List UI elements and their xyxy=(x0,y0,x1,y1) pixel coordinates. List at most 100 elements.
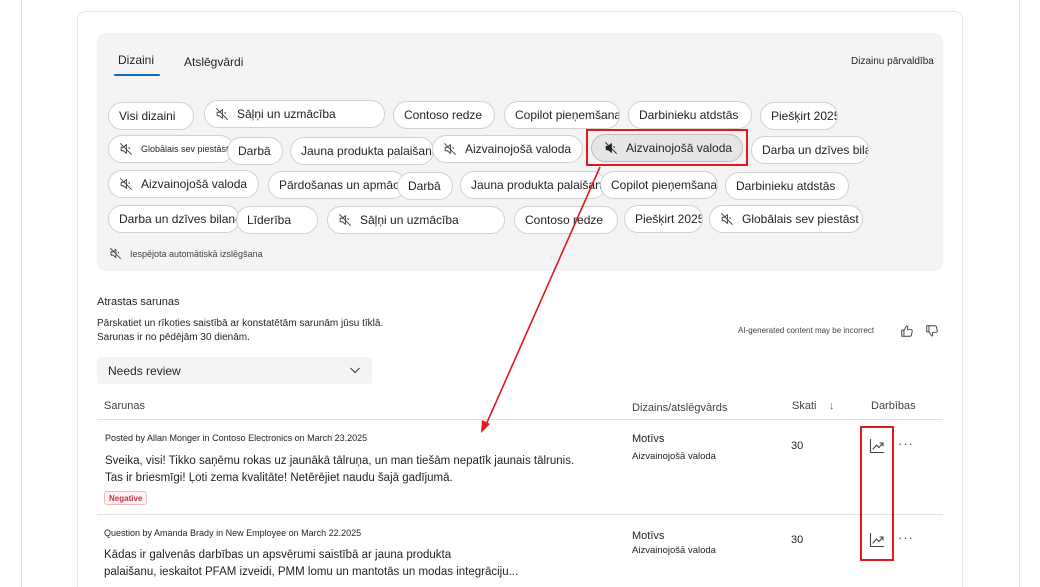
chip-label: Līderība xyxy=(247,213,292,227)
chip-label: Globālais sev piestāst xyxy=(141,144,229,154)
row-views: 30 xyxy=(791,534,804,546)
header-divider xyxy=(97,419,943,420)
row-views: 30 xyxy=(791,440,804,452)
chip-label: Darba un dzīves bilance xyxy=(762,143,868,157)
trend-chart-icon[interactable] xyxy=(869,438,885,454)
description-line: Pārskatiet un rīkoties saistībā ar konst… xyxy=(97,318,384,329)
conversation-line: Sveika, visi! Tikko saņēmu rokas uz jaun… xyxy=(105,455,575,467)
window-edge-right xyxy=(1019,0,1020,587)
chip-topic[interactable]: Globālais sev piestāst xyxy=(108,135,234,163)
ai-disclaimer: AI-generated content may be incorrect xyxy=(738,326,875,335)
column-header-views[interactable]: Skati xyxy=(792,400,816,412)
chip-topic[interactable]: Jauna produkta palaišana xyxy=(460,171,606,199)
chip-topic[interactable]: Jauna produkta palaišana xyxy=(290,137,434,165)
description-line: Sarunas ir no pēdējām 30 dienām. xyxy=(97,332,250,343)
window-edge-left xyxy=(21,0,22,587)
speaker-muted-icon xyxy=(604,141,618,155)
chip-topic[interactable]: Copilot pieņemšana xyxy=(504,101,620,129)
chip-topic[interactable]: Contoso redze xyxy=(393,101,495,129)
chip-all-topics[interactable]: Visi dizaini xyxy=(108,102,194,130)
chip-label: Sāļņi un uzmācība xyxy=(237,107,336,121)
chip-topic[interactable]: Darbinieku atdstās xyxy=(628,101,752,129)
column-header-topic: Dizains/atslēgvārds xyxy=(632,402,728,414)
chip-topic[interactable]: Darbā xyxy=(227,137,283,165)
chip-label: Aizvainojošā valoda xyxy=(465,142,572,156)
chip-label: Contoso redze xyxy=(404,108,483,122)
chip-label: Visi dizaini xyxy=(119,109,176,123)
chip-label: Darbinieku atdstās xyxy=(639,108,739,122)
speaker-muted-icon xyxy=(215,107,229,121)
conversation-text[interactable]: Kādas ir galvenās darbības un apsvērumi … xyxy=(104,547,518,581)
manage-topics-link[interactable]: Dizainu pārvaldība xyxy=(851,56,934,67)
more-icon[interactable]: ··· xyxy=(898,530,914,545)
conversation-line: palaišanu, ieskaitot PFAM izveidi, PMM l… xyxy=(104,566,519,578)
row-topic-name: Aizvainojošā valoda xyxy=(632,451,716,462)
chip-topic[interactable]: Globālais sev piestāst xyxy=(709,205,863,233)
row-topic-name: Aizvainojošā valoda xyxy=(632,545,716,556)
speaker-muted-icon xyxy=(119,177,133,191)
conversation-text[interactable]: Sveika, visi! Tikko saņēmu rokas uz jaun… xyxy=(105,453,574,487)
chip-label: Jauna produkta palaišana xyxy=(471,178,606,192)
chevron-down-icon xyxy=(349,364,361,376)
dropdown-value: Needs review xyxy=(108,363,181,378)
speaker-muted-icon xyxy=(109,247,122,260)
conversation-meta: Question by Amanda Brady in New Employee… xyxy=(104,528,362,538)
chip-label: Aizvainojošā valoda xyxy=(626,141,733,155)
section-title: Atrastas sarunas xyxy=(97,296,180,308)
column-header-actions: Darbības xyxy=(871,400,916,412)
chip-topic[interactable]: Sāļņi un uzmācība xyxy=(327,206,505,234)
speaker-muted-icon xyxy=(338,213,352,227)
chip-topic[interactable]: Contoso redze xyxy=(514,206,618,234)
chip-topic[interactable]: Piešķirt 2025 xyxy=(624,205,703,233)
sort-descending-icon[interactable]: ↓ xyxy=(829,400,835,412)
auto-mute-status: Iespējota automātiskā izslēgšana xyxy=(109,247,263,260)
speaker-muted-icon xyxy=(720,212,734,226)
chip-label: Globālais sev piestāst xyxy=(742,212,859,226)
speaker-muted-icon xyxy=(119,142,133,156)
chip-label: Contoso redze xyxy=(525,213,604,227)
chip-topic[interactable]: Piešķirt 2025 xyxy=(760,102,838,130)
thumbs-down-icon[interactable] xyxy=(925,324,939,338)
speaker-muted-icon xyxy=(443,142,457,156)
chip-topic-selected[interactable]: Aizvainojošā valoda xyxy=(591,134,743,162)
trend-chart-icon[interactable] xyxy=(869,532,885,548)
page: Dizaini Atslēgvārdi Dizainu pārvaldība V… xyxy=(0,0,1040,587)
chip-label: Piešķirt 2025 xyxy=(771,109,838,123)
tab-keywords[interactable]: Atslēgvārdi xyxy=(184,55,243,69)
chip-topic[interactable]: Pārdošanas un apmācība xyxy=(268,171,406,199)
chip-label: Darbinieku atdstās xyxy=(736,179,836,193)
row-topic-type: Motīvs xyxy=(632,530,665,542)
chip-topic[interactable]: Copilot pieņemšana xyxy=(600,171,718,199)
chip-topic[interactable]: Darba un dzīves bilance xyxy=(751,136,869,164)
chip-topic[interactable]: Darbā xyxy=(397,172,453,200)
chip-label: Copilot pieņemšana xyxy=(611,178,718,192)
chip-label: Darbā xyxy=(238,144,271,158)
chip-label: Pārdošanas un apmācība xyxy=(279,178,406,192)
section-description: Pārskatiet un rīkoties saistībā ar konst… xyxy=(97,317,383,345)
chip-topic[interactable]: Darba un dzīves bilance xyxy=(108,205,240,233)
chip-label: Aizvainojošā valoda xyxy=(141,177,248,191)
review-status-dropdown[interactable]: Needs review xyxy=(97,357,372,384)
chip-topic[interactable]: Aizvainojošā valoda xyxy=(108,170,259,198)
auto-mute-label: Iespējota automātiskā izslēgšana xyxy=(130,248,263,259)
chip-topic[interactable]: Aizvainojošā valoda xyxy=(432,135,583,163)
chip-label: Piešķirt 2025 xyxy=(635,212,703,226)
chip-topic[interactable]: Līderība xyxy=(236,206,318,234)
thumbs-up-icon[interactable] xyxy=(900,324,914,338)
chip-topic[interactable]: Sāļņi un uzmācība xyxy=(204,100,385,128)
row-divider xyxy=(97,514,943,515)
chip-topic[interactable]: Darbinieku atdstās xyxy=(725,172,849,200)
column-header-conversations: Sarunas xyxy=(104,400,145,412)
sentiment-badge: Negative xyxy=(104,491,148,505)
chip-label: Copilot pieņemšana xyxy=(515,108,620,122)
chip-label: Jauna produkta palaišana xyxy=(301,144,434,158)
row-topic-type: Motīvs xyxy=(632,433,665,445)
chip-label: Sāļņi un uzmācība xyxy=(360,213,459,227)
conversation-meta: Posted by Allan Monger in Contoso Electr… xyxy=(105,433,368,443)
tab-topics[interactable]: Dizaini xyxy=(118,53,154,67)
more-icon[interactable]: ··· xyxy=(898,436,914,451)
conversation-line: Tas ir briesmīgi! Ļoti zema kvalitāte! N… xyxy=(105,472,453,484)
chip-label: Darba un dzīves bilance xyxy=(119,212,240,226)
chip-label: Darbā xyxy=(408,179,441,193)
conversation-line: Kādas ir galvenās darbības un apsvērumi … xyxy=(104,549,452,561)
